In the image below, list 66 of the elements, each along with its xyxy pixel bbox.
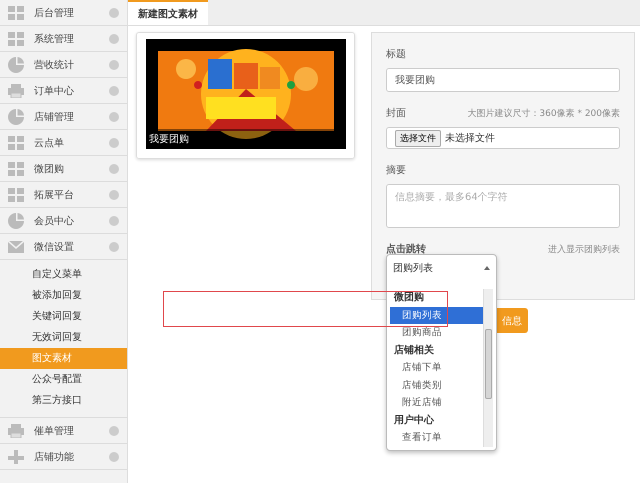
- expand-dot-icon: [109, 60, 119, 70]
- pie-chart-icon: [8, 212, 24, 228]
- link-dropdown[interactable]: 团购列表 微团购 团购列表 团购商品 店铺相关 店铺下单 店铺类别 附近店铺 用户中心 查看订单: [386, 254, 497, 451]
- field-label: 标题: [386, 48, 407, 61]
- file-status: 未选择文件: [445, 132, 495, 145]
- printer-icon: [8, 84, 24, 98]
- sidebar-item[interactable]: 系统管理: [0, 26, 127, 52]
- sidebar-item[interactable]: 微团购: [0, 156, 127, 182]
- tab[interactable]: 新建图文素材: [128, 0, 208, 25]
- sidebar-item[interactable]: 催单管理: [0, 418, 127, 444]
- expand-dot-icon: [109, 34, 119, 44]
- submenu-item[interactable]: 关键词回复: [0, 306, 127, 327]
- summary-field[interactable]: 信息摘要，最多64个字符: [386, 184, 620, 228]
- expand-dot-icon: [109, 190, 119, 200]
- option-group-label: 微团购: [392, 291, 425, 305]
- pie-chart-icon: [8, 108, 24, 124]
- mail-icon: [8, 240, 24, 252]
- size-hint: 大图片建议尺寸：360像素 * 200像素: [467, 108, 620, 120]
- field-label: 封面: [386, 106, 406, 120]
- sidebar-item[interactable]: 营收统计: [0, 52, 127, 78]
- expand-dot-icon: [109, 164, 119, 174]
- choose-file-button[interactable]: 选择文件: [395, 130, 441, 146]
- dropdown-option[interactable]: 店铺下单: [390, 359, 483, 376]
- expand-dot-icon: [109, 8, 119, 18]
- sidebar-item[interactable]: 订单中心: [0, 78, 127, 104]
- link-hint: 进入显示团购列表: [548, 244, 620, 256]
- field-label: 摘要: [386, 164, 406, 177]
- sidebar-item[interactable]: 云点单: [0, 130, 127, 156]
- dropdown-value: 团购列表: [393, 262, 433, 275]
- submenu-item[interactable]: 自定义菜单: [0, 264, 127, 285]
- grid-icon: [8, 6, 24, 20]
- submenu-item[interactable]: 无效词回复: [0, 327, 127, 348]
- grid-icon: [8, 32, 24, 46]
- grid-icon: [8, 136, 24, 150]
- option-group-label: 店铺相关: [393, 343, 435, 358]
- sidebar-item[interactable]: 店铺管理: [0, 104, 127, 130]
- submenu-item[interactable]: 公众号配置: [0, 369, 127, 390]
- expand-dot-icon: [109, 86, 119, 96]
- dropdown-option[interactable]: 团购列表: [390, 306, 483, 324]
- expand-dot-icon: [109, 112, 119, 122]
- grid-icon: [8, 188, 24, 202]
- title-input[interactable]: 我要团购: [386, 68, 620, 92]
- expand-dot-icon: [109, 452, 119, 462]
- scrollbar[interactable]: [483, 289, 493, 446]
- dropdown-option[interactable]: 店铺类别: [390, 376, 483, 394]
- sidebar-item[interactable]: 店铺功能: [0, 444, 127, 470]
- option-group-label: 用户中心: [393, 413, 435, 428]
- expand-dot-icon: [109, 216, 119, 226]
- sidebar-item[interactable]: 会员中心: [0, 208, 127, 234]
- submenu-item[interactable]: 第三方接口: [0, 390, 127, 411]
- dropdown-option[interactable]: 附近店铺: [390, 394, 483, 412]
- expand-dot-icon: [109, 242, 119, 252]
- printer-icon: [8, 424, 24, 438]
- sidebar-item[interactable]: 微信设置: [0, 234, 127, 260]
- field-label: 点击跳转: [386, 242, 426, 256]
- plus-icon: [8, 450, 24, 464]
- submenu-item[interactable]: 被添加回复: [0, 285, 127, 306]
- pie-chart-icon: [8, 56, 24, 72]
- sidebar-item[interactable]: 拓展平台: [0, 182, 127, 208]
- caret-icon: [484, 266, 490, 270]
- file-field[interactable]: 选择文件 未选择文件: [386, 127, 620, 149]
- sidebar-item[interactable]: 后台管理: [0, 0, 127, 26]
- grid-icon: [8, 162, 24, 176]
- expand-dot-icon: [109, 138, 119, 148]
- dropdown-option[interactable]: 查看订单: [390, 429, 483, 446]
- expand-dot-icon: [109, 426, 119, 436]
